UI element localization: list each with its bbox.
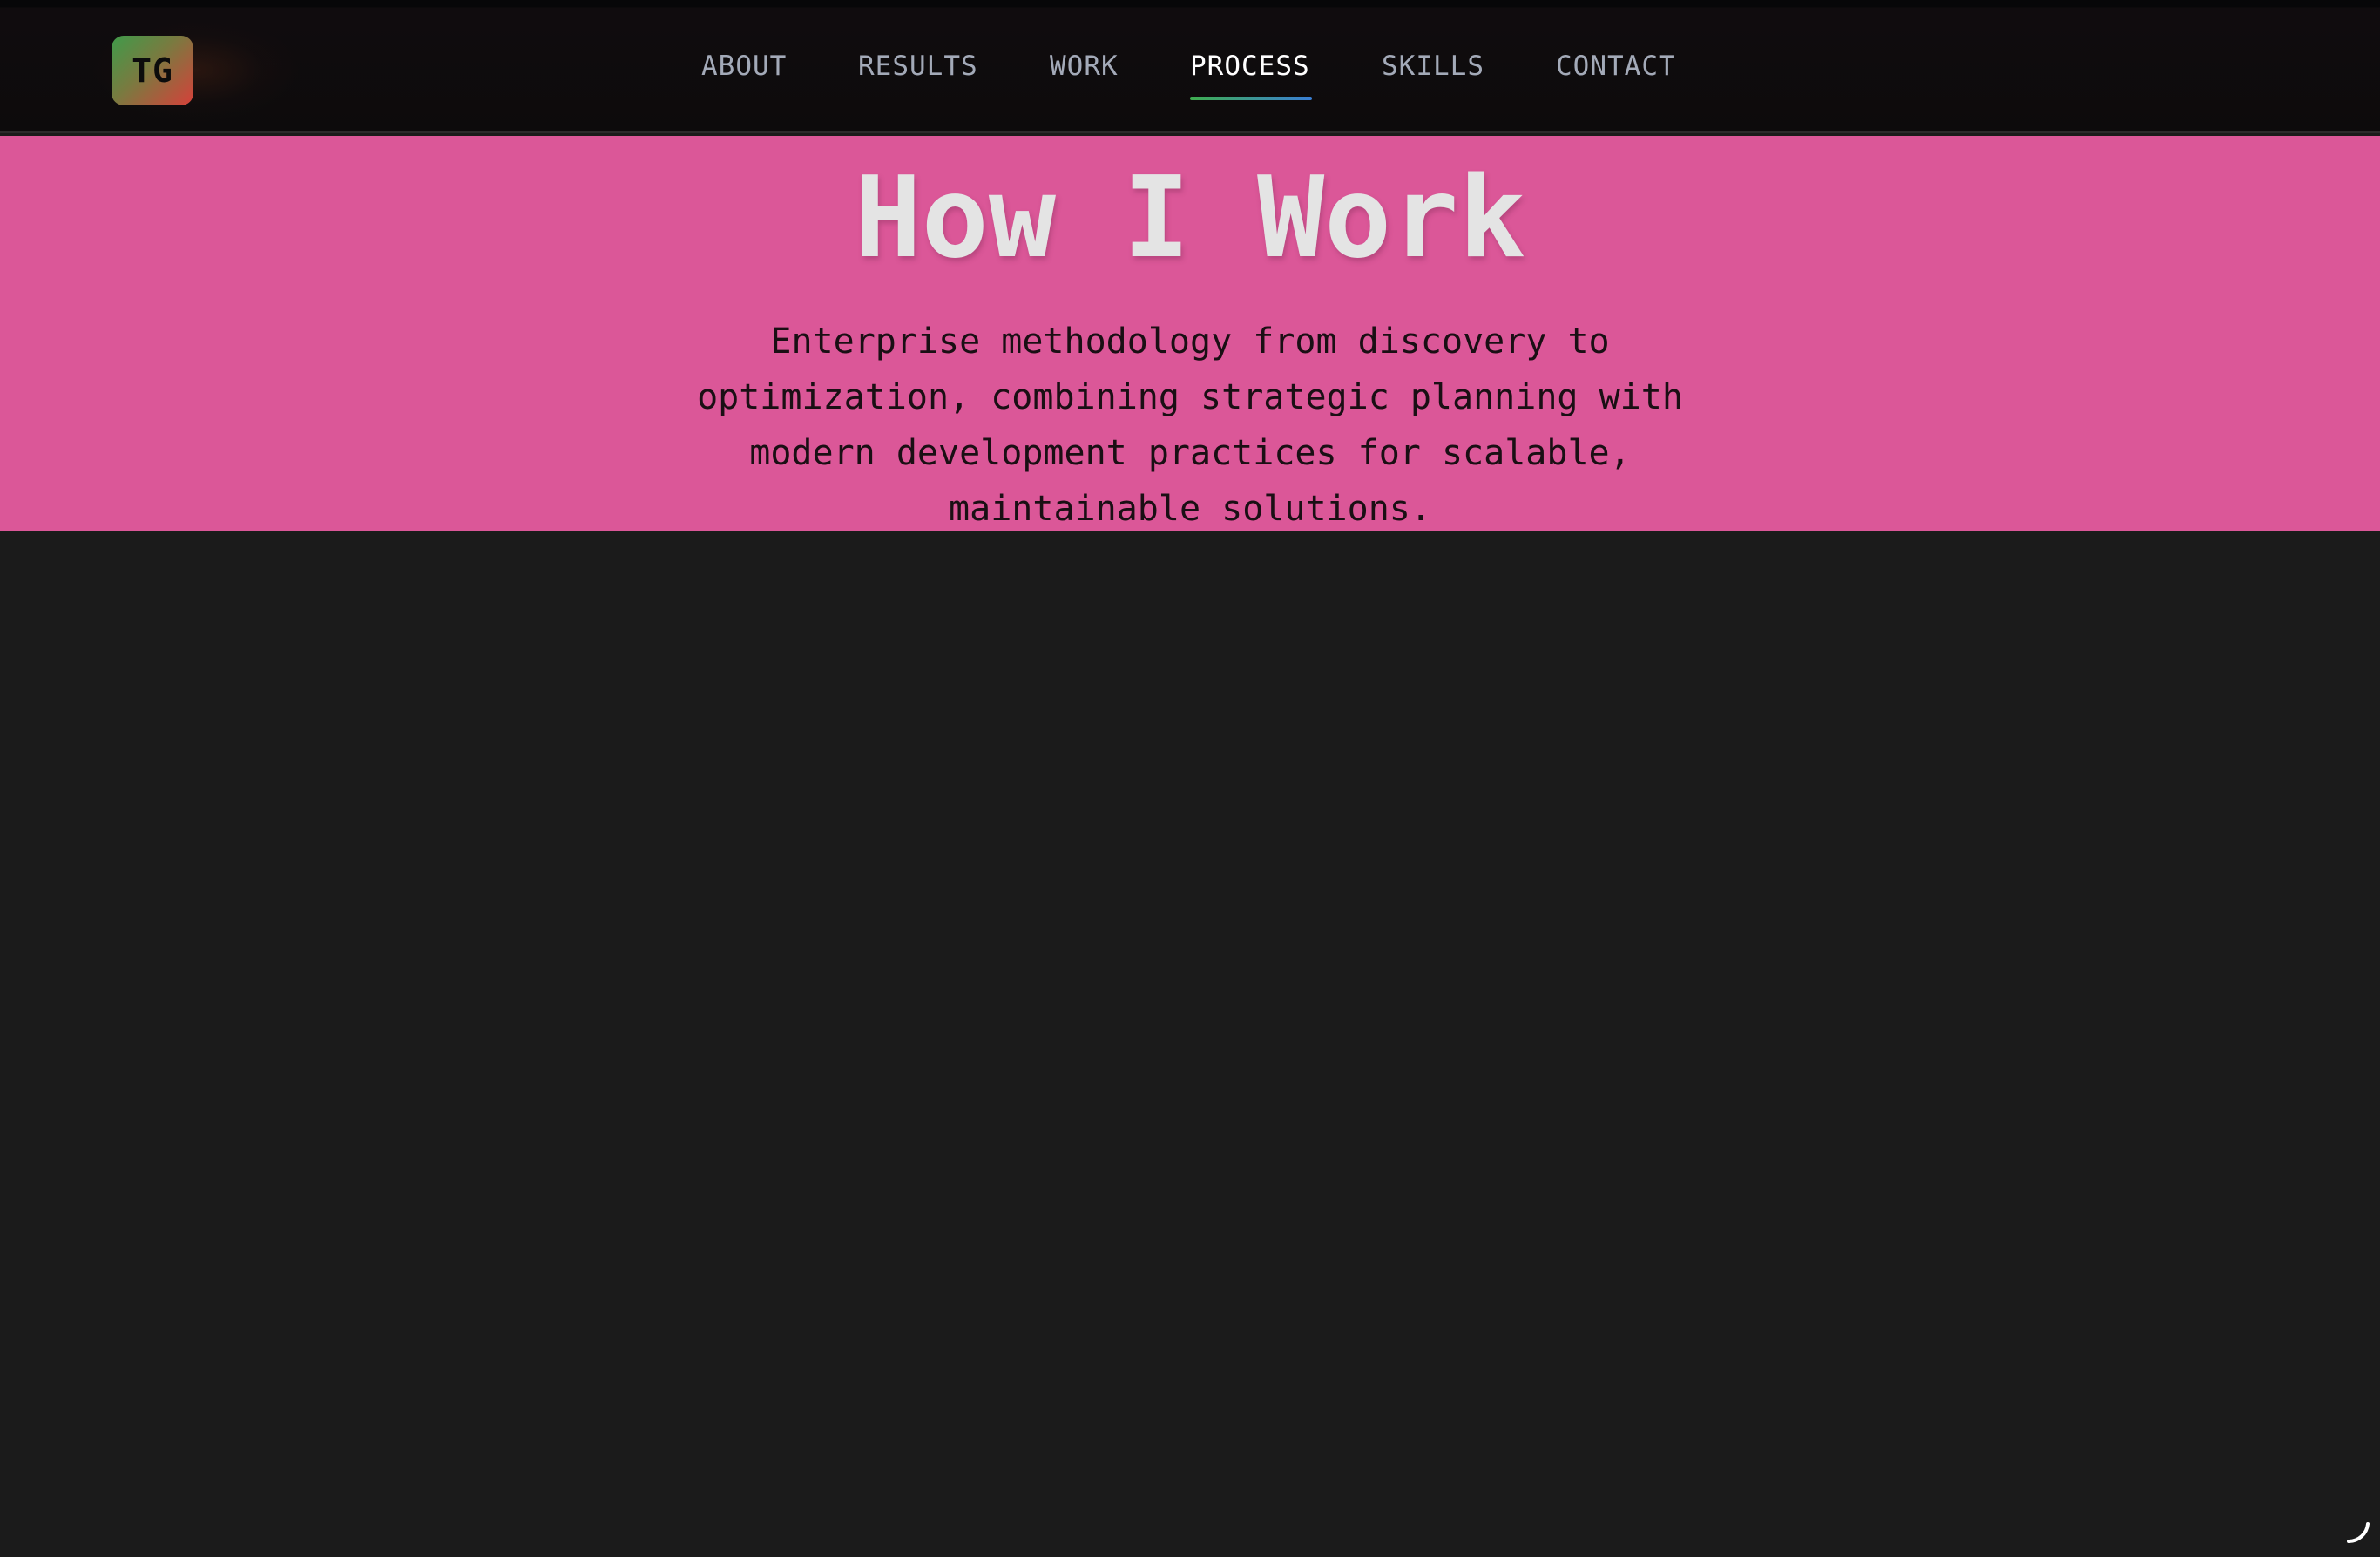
hero-subtitle: Enterprise methodology from discovery to… — [697, 322, 1683, 529]
nav-link-contact[interactable]: CONTACT — [1556, 51, 1676, 82]
active-nav-underline — [1190, 97, 1312, 100]
nav-link-skills[interactable]: SKILLS — [1382, 51, 1484, 82]
nav-link-process[interactable]: PROCESS — [1190, 51, 1310, 82]
top-navigation-bar: TG ABOUT RESULTS WORK PROCESS SKILLS CON… — [0, 0, 2380, 133]
process-hero-section: How I Work Enterprise methodology from d… — [0, 136, 2380, 531]
nav-link-about[interactable]: ABOUT — [701, 51, 787, 82]
main-nav: ABOUT RESULTS WORK PROCESS SKILLS CONTAC… — [0, 51, 2380, 103]
loading-spinner-icon — [2347, 1522, 2370, 1544]
nav-link-results[interactable]: RESULTS — [858, 51, 978, 82]
content-area — [0, 531, 2380, 1557]
nav-link-work[interactable]: WORK — [1050, 51, 1119, 82]
hero-title: How I Work — [854, 153, 1526, 283]
